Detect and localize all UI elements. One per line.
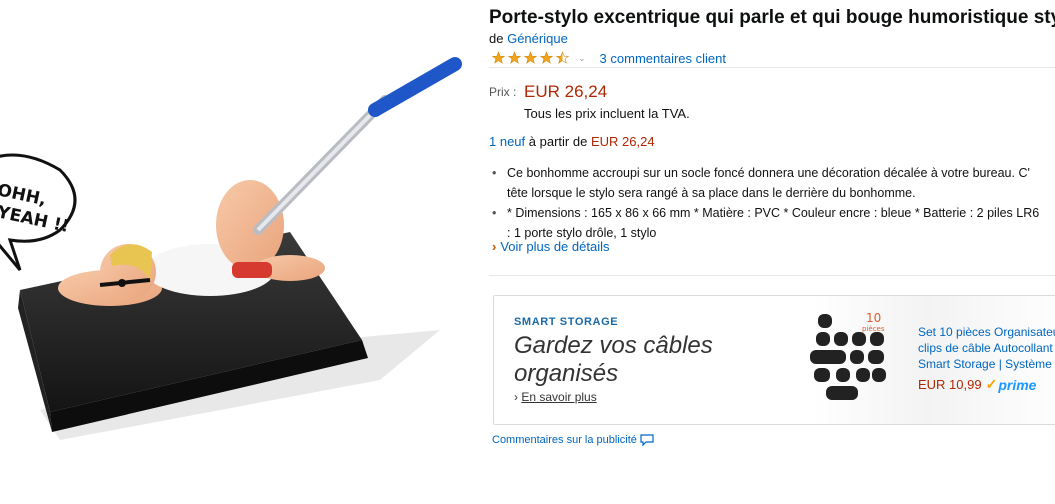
ad-desc-line: Smart Storage | Système d <box>918 357 1055 371</box>
bullet-text-1b: tête lorsque le stylo sera rangé à sa pl… <box>507 186 916 200</box>
ad-cta-label: En savoir plus <box>521 390 597 404</box>
see-more-details-link[interactable]: › Voir plus de détails <box>492 239 609 254</box>
price-label: Prix : <box>489 85 517 99</box>
ad-badge-number: 10 <box>866 311 881 325</box>
prime-label: prime <box>998 376 1037 393</box>
rating-row: ⌄ 3 commentaires client <box>491 49 726 67</box>
see-more-label: Voir plus de détails <box>500 239 610 254</box>
divider <box>489 67 1055 68</box>
new-offers-link[interactable]: 1 neuf <box>489 134 525 149</box>
ad-desc-line: clips de câble Autocollant <box>918 341 1053 355</box>
star-rating[interactable] <box>491 51 570 65</box>
product-image[interactable]: OHH, YEAH !! <box>0 40 470 460</box>
cable-clips-image: 10 pièces <box>810 311 886 400</box>
reviews-link[interactable]: 3 commentaires client <box>600 51 726 66</box>
bullet-text-2a: * Dimensions : 165 x 86 x 66 mm * Matièr… <box>507 206 1040 220</box>
offers-text: à partir de <box>528 134 588 149</box>
ad-learn-more-link[interactable]: › En savoir plus <box>514 390 597 404</box>
price-value: EUR 26,24 <box>524 82 608 101</box>
bullet-item: Ce bonhomme accroupi sur un socle foncé … <box>489 163 1055 203</box>
ad-brand: SMART STORAGE <box>514 316 619 328</box>
offers-line: 1 neuf à partir de EUR 26,24 <box>489 134 655 149</box>
ad-product-title[interactable]: Set 10 pièces Organisateu clips de câble… <box>918 324 1055 372</box>
ad-price: EUR 10,99 <box>918 377 982 392</box>
star-full-icon <box>507 51 522 64</box>
byline-prefix: de <box>489 31 504 46</box>
ad-feedback-link[interactable]: Commentaires sur la publicité <box>492 434 654 446</box>
product-details: Porte-stylo excentrique qui parle et qui… <box>489 0 1055 504</box>
prime-badge: ✓ prime <box>986 376 1037 393</box>
offers-price: EUR 26,24 <box>590 134 655 149</box>
check-icon: ✓ <box>985 376 998 392</box>
caret-right-icon: › <box>492 239 497 254</box>
star-full-icon <box>523 51 538 64</box>
star-full-icon <box>491 51 506 64</box>
ad-feedback-label: Commentaires sur la publicité <box>492 434 637 446</box>
divider <box>489 275 1055 276</box>
ad-price-row: EUR 10,99 ✓ prime <box>918 376 1036 393</box>
sponsored-ad[interactable]: SMART STORAGE Gardez vos câbles organisé… <box>493 295 1055 425</box>
brand-link[interactable]: Générique <box>507 31 568 46</box>
speech-bubble-icon <box>640 434 654 446</box>
ad-desc-line: Set 10 pièces Organisateu <box>918 325 1055 339</box>
bullet-item: * Dimensions : 165 x 86 x 66 mm * Matièr… <box>489 203 1055 243</box>
ad-badge-text: pièces <box>862 325 885 333</box>
pen-holder-illustration: OHH, YEAH !! <box>0 57 462 440</box>
ad-headline: Gardez vos câbles organisés <box>514 332 713 387</box>
ad-product-image[interactable]: 10 pièces <box>806 308 906 418</box>
star-full-icon <box>539 51 554 64</box>
byline: de Générique <box>489 31 568 46</box>
bullet-text-1a: Ce bonhomme accroupi sur un socle foncé … <box>507 166 1030 180</box>
vat-note: Tous les prix incluent la TVA. <box>524 106 690 121</box>
star-half-icon <box>555 51 570 64</box>
product-title: Porte-stylo excentrique qui parle et qui… <box>489 7 1055 28</box>
chevron-down-icon[interactable]: ⌄ <box>578 53 586 64</box>
feature-bullets: Ce bonhomme accroupi sur un socle foncé … <box>489 163 1055 243</box>
